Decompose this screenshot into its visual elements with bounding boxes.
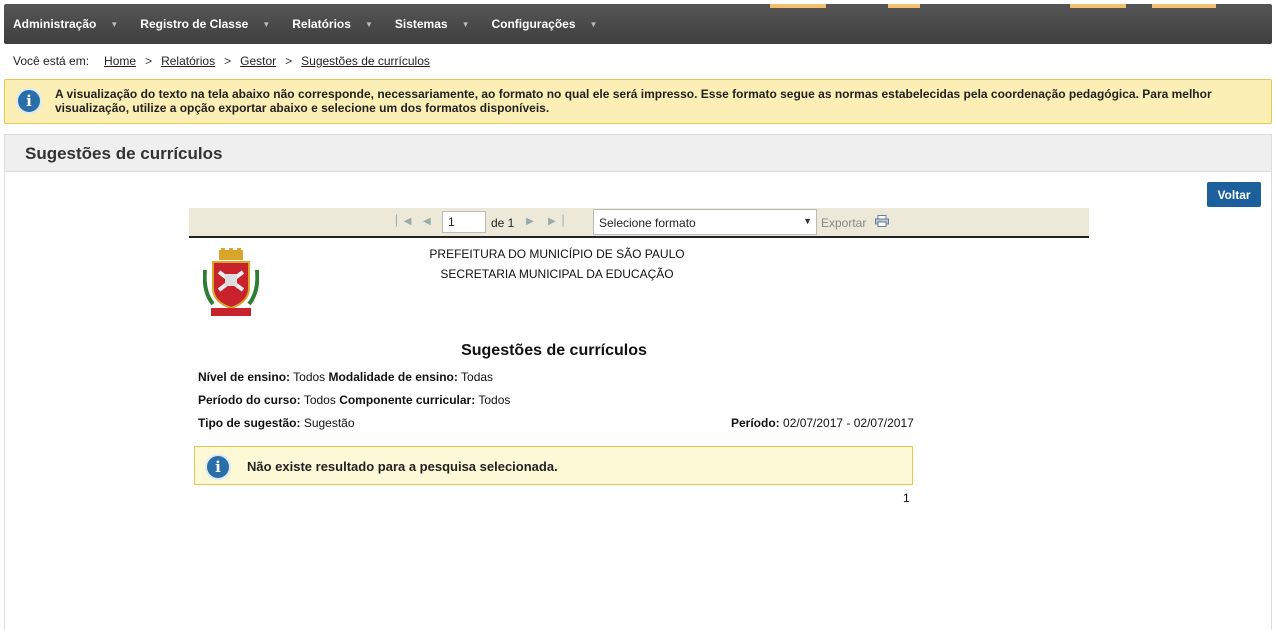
nav-item-label: Sistemas <box>394 17 448 31</box>
filter-periodo: Período: 02/07/2017 - 02/07/2017 <box>731 416 914 430</box>
filter-value: Todas <box>461 370 494 384</box>
export-link[interactable]: Exportar <box>821 216 866 230</box>
filter-label: Modalidade de ensino: <box>328 370 458 384</box>
report-viewer-toolbar: ▏◀ ◀ 1 de 1 ▶ ▶▕ Selecione formato ▼ Exp… <box>189 208 1089 238</box>
filter-value: 02/07/2017 - 02/07/2017 <box>783 416 914 430</box>
filter-label: Período do curso: <box>198 393 301 407</box>
filter-value: Todos <box>478 393 511 407</box>
nav-item-label: Relatórios <box>292 17 351 31</box>
nav-item-label: Configurações <box>491 17 576 31</box>
filter-line-1: Nível de ensino: Todos Modalidade de ens… <box>198 370 493 384</box>
breadcrumb-separator: > <box>145 54 153 68</box>
top-navbar: Administração ▼ Registro de Classe ▼ Rel… <box>4 4 1272 44</box>
filter-value: Todos <box>293 370 326 384</box>
navbar-accent <box>1070 4 1126 8</box>
report-title: Sugestões de currículos <box>461 342 647 359</box>
nav-item-administracao[interactable]: Administração ▼ <box>13 17 118 31</box>
nav-item-configuracoes[interactable]: Configurações ▼ <box>491 17 597 31</box>
city-coat-of-arms-logo <box>203 248 259 316</box>
report-header-line2: SECRETARIA MUNICIPAL DA EDUCAÇÃO <box>440 267 674 281</box>
report-header-line1: PREFEITURA DO MUNICÍPIO DE SÃO PAULO <box>429 247 685 261</box>
report-page-number: 1 <box>903 491 910 505</box>
chevron-down-icon: ▼ <box>110 19 119 29</box>
page-count: de 1 <box>491 216 515 230</box>
chevron-down-icon: ▼ <box>589 19 598 29</box>
navbar-accent <box>770 4 826 8</box>
next-page-icon[interactable]: ▶ <box>526 216 534 227</box>
breadcrumb-link-gestor[interactable]: Gestor <box>240 54 276 68</box>
breadcrumb-link-home[interactable]: Home <box>104 54 136 68</box>
nav-item-relatorios[interactable]: Relatórios ▼ <box>292 17 373 31</box>
no-result-text: Não existe resultado para a pesquisa sel… <box>247 459 558 474</box>
report-panel: Sugestões de currículos Voltar ▏◀ ◀ 1 de… <box>4 134 1272 630</box>
nav-item-sistemas[interactable]: Sistemas ▼ <box>395 17 470 31</box>
nav-item-registro-de-classe[interactable]: Registro de Classe ▼ <box>140 17 270 31</box>
filter-value: Sugestão <box>303 416 355 430</box>
back-button[interactable]: Voltar <box>1207 182 1261 207</box>
info-banner: i A visualização do texto na tela abaixo… <box>4 79 1272 124</box>
filter-label: Tipo de sugestão: <box>198 416 301 430</box>
breadcrumb: Você está em: Home > Relatórios > Gestor… <box>13 54 430 68</box>
previous-page-icon[interactable]: ◀ <box>423 216 431 227</box>
breadcrumb-separator: > <box>224 54 232 68</box>
export-format-value: Selecione formato <box>599 216 696 230</box>
info-icon: i <box>205 454 231 480</box>
breadcrumb-link-relatorios[interactable]: Relatórios <box>161 54 215 68</box>
chevron-down-icon: ▼ <box>803 216 812 226</box>
export-format-select[interactable]: Selecione formato ▼ <box>593 209 817 235</box>
no-result-message: i Não existe resultado para a pesquisa s… <box>194 446 913 485</box>
nav-item-label: Registro de Classe <box>140 17 249 31</box>
navbar-accent <box>1152 4 1216 8</box>
first-page-icon[interactable]: ▏◀ <box>396 216 411 227</box>
filter-label: Componente curricular: <box>339 393 476 407</box>
nav-item-label: Administração <box>13 17 97 31</box>
page-number-input[interactable]: 1 <box>442 211 486 233</box>
print-icon-svg <box>875 215 889 227</box>
breadcrumb-link-sugestoes[interactable]: Sugestões de currículos <box>301 54 430 68</box>
print-icon[interactable] <box>875 215 889 230</box>
chevron-down-icon: ▼ <box>461 19 470 29</box>
filter-label: Período: <box>731 416 780 430</box>
panel-header: Sugestões de currículos <box>5 135 1271 172</box>
filter-value: Todos <box>303 393 336 407</box>
chevron-down-icon: ▼ <box>262 19 271 29</box>
last-page-icon[interactable]: ▶▕ <box>548 216 563 227</box>
filter-line-2: Período do curso: Todos Componente curri… <box>198 393 510 407</box>
breadcrumb-prefix: Você está em: <box>13 54 90 68</box>
info-banner-text: A visualização do texto na tela abaixo n… <box>55 87 1212 115</box>
filter-line-3: Tipo de sugestão: Sugestão <box>198 416 355 430</box>
navbar-accent <box>888 4 920 8</box>
filter-label: Nível de ensino: <box>198 370 291 384</box>
chevron-down-icon: ▼ <box>364 19 373 29</box>
breadcrumb-separator: > <box>285 54 293 68</box>
info-icon: i <box>16 88 42 114</box>
page-title: Sugestões de currículos <box>25 144 223 163</box>
